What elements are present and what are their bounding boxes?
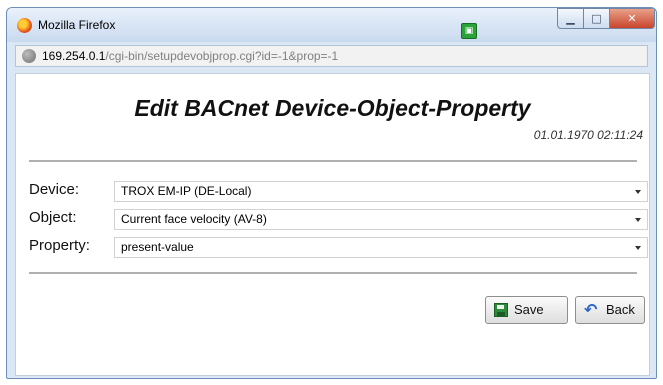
window-title: Mozilla Firefox bbox=[38, 18, 116, 32]
object-select[interactable]: Current face velocity (AV-8) bbox=[114, 209, 648, 230]
device-select[interactable]: TROX EM-IP (DE-Local) bbox=[114, 181, 648, 202]
url-host: 169.254.0.1 bbox=[42, 49, 106, 63]
property-select[interactable]: present-value bbox=[114, 237, 648, 258]
chevron-down-icon bbox=[635, 218, 641, 222]
minimize-icon: ▁ bbox=[566, 12, 575, 25]
minimize-button[interactable]: ▁ bbox=[557, 8, 584, 29]
back-button-label: Back bbox=[606, 302, 635, 317]
maximize-icon: □ bbox=[591, 12, 602, 25]
firefox-icon bbox=[17, 18, 32, 33]
datetime-stamp: 01.01.1970 02:11:24 bbox=[533, 128, 643, 142]
back-arrow-icon: ↶ bbox=[584, 300, 598, 319]
object-label: Object: bbox=[29, 209, 77, 226]
browser-window: Mozilla Firefox ▣ ▁ □ ✕ 169.254.0.1/cgi-… bbox=[6, 7, 657, 379]
save-button[interactable]: Save bbox=[485, 296, 568, 324]
back-button[interactable]: ↶ Back bbox=[575, 296, 645, 324]
close-button[interactable]: ✕ bbox=[610, 8, 655, 29]
device-label: Device: bbox=[29, 181, 80, 198]
maximize-button[interactable]: □ bbox=[584, 8, 610, 29]
page-content: Edit BACnet Device-Object-Property 01.01… bbox=[15, 73, 650, 376]
chevron-down-icon bbox=[635, 246, 641, 250]
chevron-down-icon bbox=[635, 190, 641, 194]
save-button-label: Save bbox=[514, 302, 544, 317]
url-path: /cgi-bin/setupdevobjprop.cgi?id=-1&prop=… bbox=[105, 49, 339, 63]
property-select-value: present-value bbox=[121, 240, 194, 254]
floppy-save-icon bbox=[494, 303, 508, 317]
close-icon: ✕ bbox=[627, 12, 637, 25]
property-label: Property: bbox=[29, 237, 90, 254]
tab-indicator-icon[interactable]: ▣ bbox=[461, 23, 477, 39]
divider-top bbox=[29, 160, 637, 162]
device-select-value: TROX EM-IP (DE-Local) bbox=[121, 184, 252, 198]
divider-bottom bbox=[29, 272, 637, 274]
object-select-value: Current face velocity (AV-8) bbox=[121, 212, 267, 226]
address-bar[interactable]: 169.254.0.1/cgi-bin/setupdevobjprop.cgi?… bbox=[15, 45, 648, 67]
page-title: Edit BACnet Device-Object-Property bbox=[134, 95, 531, 121]
title-bar: Mozilla Firefox ▣ ▁ □ ✕ bbox=[7, 8, 656, 42]
globe-icon bbox=[22, 49, 36, 63]
